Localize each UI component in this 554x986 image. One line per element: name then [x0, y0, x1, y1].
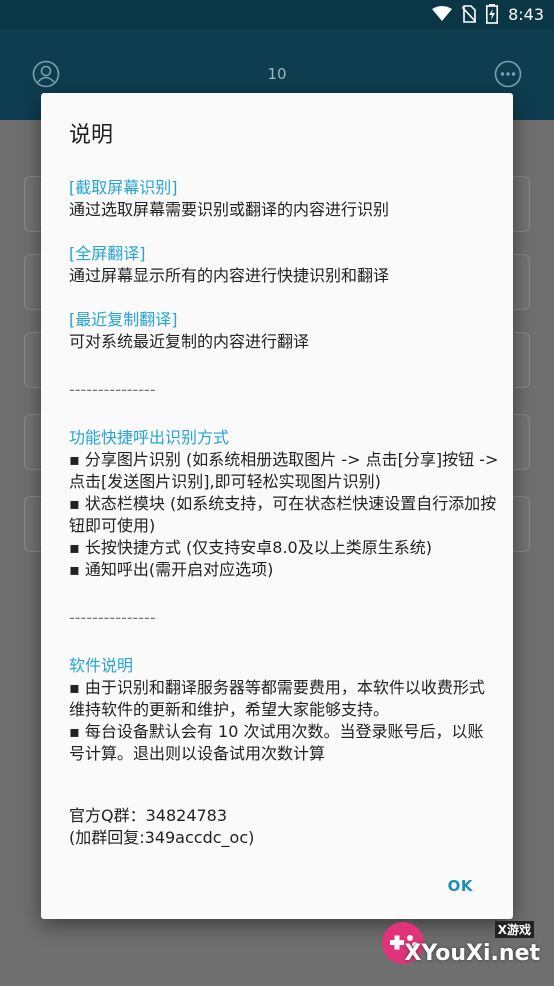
- battery-icon: [486, 4, 499, 24]
- status-icons: 8:43: [432, 4, 544, 24]
- shortcut-line: ▪ 通知呼出(需开启对应选项): [69, 560, 274, 579]
- qq-group: 官方Q群：34824783: [69, 806, 228, 825]
- section-fullscreen-translate: [全屏翻译] 通过屏幕显示所有的内容进行快捷识别和翻译: [69, 243, 499, 287]
- info-dialog: 说明 [截取屏幕识别] 通过选取屏幕需要识别或翻译的内容进行识别 [全屏翻译] …: [41, 93, 513, 919]
- section-heading: [最近复制翻译]: [69, 310, 178, 329]
- separator: ---------------: [69, 380, 156, 399]
- qq-group-reply: (加群回复:349accdc_oc): [69, 828, 255, 847]
- section-text: 通过屏幕显示所有的内容进行快捷识别和翻译: [69, 266, 390, 285]
- wifi-icon: [432, 6, 453, 21]
- software-line: ▪ 由于识别和翻译服务器等都需要费用，本软件以收费形式维持软件的更新和维护，希望…: [69, 678, 485, 719]
- section-screen-capture: [截取屏幕识别] 通过选取屏幕需要识别或翻译的内容进行识别: [69, 177, 499, 221]
- watermark-site: XYouXi.net: [404, 941, 540, 966]
- dialog-body: [截取屏幕识别] 通过选取屏幕需要识别或翻译的内容进行识别 [全屏翻译] 通过屏…: [69, 177, 499, 849]
- ok-button[interactable]: OK: [448, 877, 473, 895]
- status-bar: 8:43: [0, 0, 554, 30]
- section-heading: 软件说明: [69, 656, 134, 675]
- no-sim-icon: [462, 5, 477, 23]
- separator: ---------------: [69, 608, 156, 627]
- section-text: 通过选取屏幕需要识别或翻译的内容进行识别: [69, 200, 390, 219]
- watermark: X游戏 XYouXi.net: [376, 914, 546, 980]
- status-time: 8:43: [508, 4, 544, 24]
- shortcut-line: ▪ 长按快捷方式 (仅支持安卓8.0及以上类原生系统): [69, 538, 432, 557]
- watermark-tag: X游戏: [494, 921, 534, 938]
- section-shortcuts: 功能快捷呼出识别方式 ▪ 分享图片识别 (如系统相册选取图片 -> 点击[分享]…: [69, 427, 499, 581]
- section-software-info: 软件说明 ▪ 由于识别和翻译服务器等都需要费用，本软件以收费形式维持软件的更新和…: [69, 655, 499, 765]
- section-heading: 功能快捷呼出识别方式: [69, 428, 230, 447]
- usage-count: 10: [267, 65, 287, 83]
- shortcut-line: ▪ 分享图片识别 (如系统相册选取图片 -> 点击[分享]按钮 -> 点击[发送…: [69, 450, 499, 491]
- section-heading: [全屏翻译]: [69, 244, 146, 263]
- more-button[interactable]: [494, 60, 522, 88]
- section-text: 可对系统最近复制的内容进行翻译: [69, 332, 310, 351]
- shortcut-line: ▪ 状态栏模块 (如系统支持，可在状态栏快速设置自行添加按钮即可使用): [69, 494, 497, 535]
- section-heading: [截取屏幕识别]: [69, 178, 178, 197]
- dialog-title: 说明: [69, 123, 114, 148]
- section-recent-copy-translate: [最近复制翻译] 可对系统最近复制的内容进行翻译: [69, 309, 499, 353]
- more-icon: [494, 60, 522, 88]
- software-line: ▪ 每台设备默认会有 10 次试用次数。当登录账号后，以账号计算。退出则以设备试…: [69, 722, 484, 763]
